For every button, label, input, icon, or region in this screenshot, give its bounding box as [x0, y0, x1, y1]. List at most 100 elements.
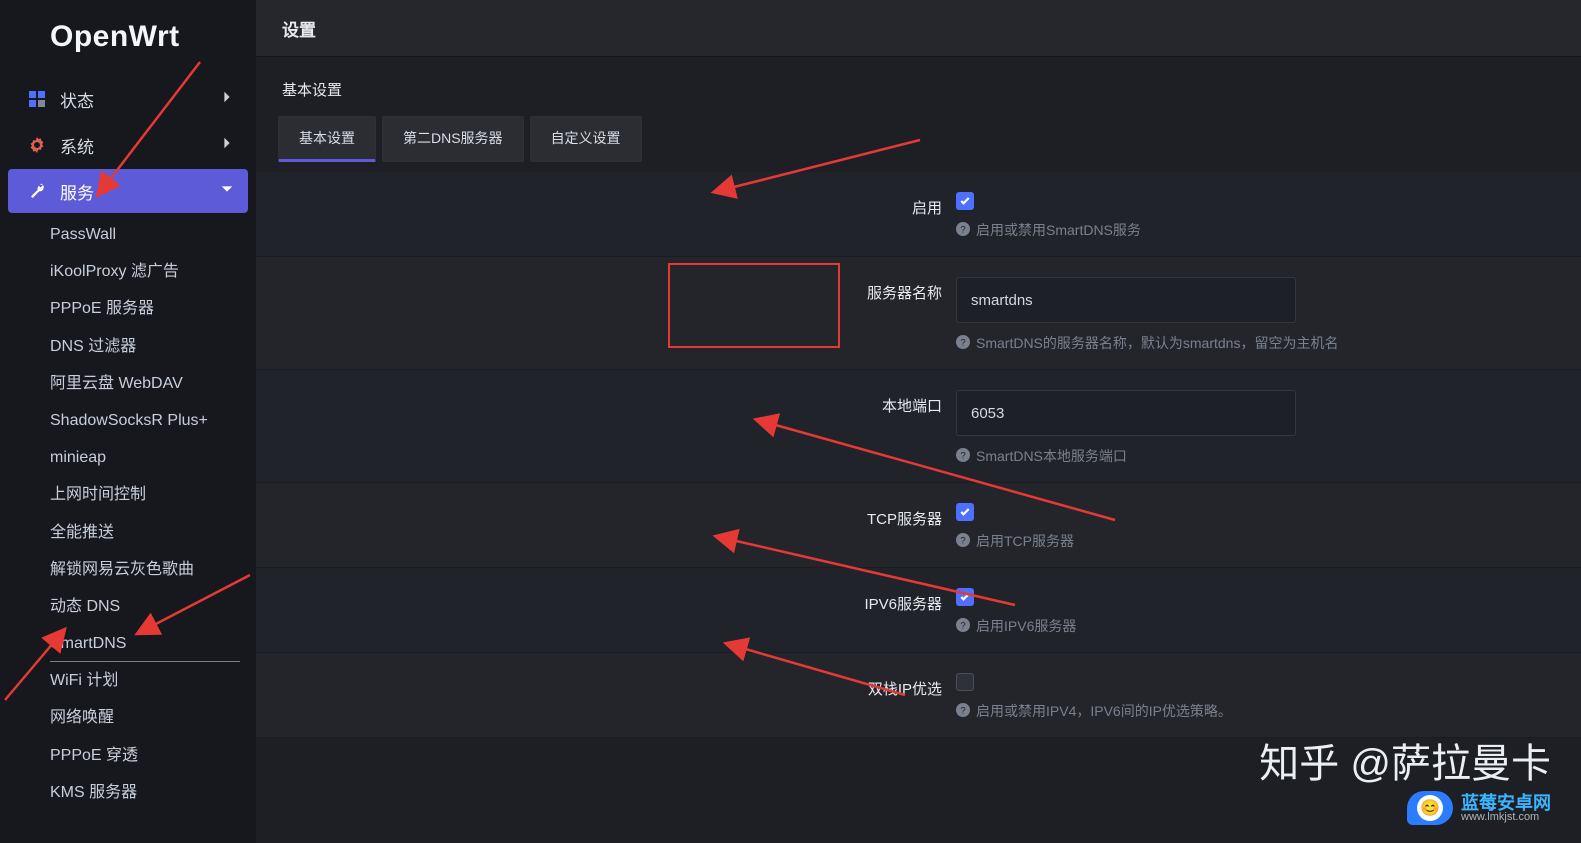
sidebar-item-minieap[interactable]: minieap [0, 439, 256, 476]
field-dual-ip: 双栈IP优选 ? 启用或禁用IPV4，IPV6间的IP优选策略。 [256, 653, 1581, 738]
sidebar-item-pppoe-passthrough[interactable]: PPPoE 穿透 [0, 737, 256, 774]
svg-text:?: ? [960, 224, 965, 235]
dashboard-icon [26, 91, 48, 107]
sidebar-item-label: DNS 过滤器 [50, 338, 136, 355]
hint-text: 启用TCP服务器 [976, 531, 1074, 551]
sidebar-item-label: 解锁网易云灰色歌曲 [50, 561, 194, 578]
sidebar-item-pppoe-server[interactable]: PPPoE 服务器 [0, 290, 256, 327]
sidebar-item-label: 网络唤醒 [50, 709, 114, 726]
sidebar-item-services[interactable]: 服务 [8, 169, 248, 213]
svg-text:?: ? [960, 337, 965, 348]
sidebar-item-label: 动态 DNS [50, 598, 120, 615]
field-hint: ? 启用IPV6服务器 [956, 616, 1581, 636]
field-hint: ? 启用TCP服务器 [956, 531, 1581, 551]
sidebar-item-kms[interactable]: KMS 服务器 [0, 774, 256, 811]
tab-basic[interactable]: 基本设置 [278, 116, 376, 162]
sidebar-item-passwall[interactable]: PassWall [0, 216, 256, 253]
sidebar-item-label: PPPoE 服务器 [50, 300, 154, 317]
field-hint: ? SmartDNS本地服务端口 [956, 446, 1581, 466]
sidebar-item-time-control[interactable]: 上网时间控制 [0, 476, 256, 513]
svg-text:?: ? [960, 705, 965, 716]
field-server-name: 服务器名称 ? SmartDNS的服务器名称，默认为smartdns，留空为主机… [256, 257, 1581, 370]
sidebar-item-wol[interactable]: 网络唤醒 [0, 699, 256, 736]
field-local-port: 本地端口 ? SmartDNS本地服务端口 [256, 370, 1581, 483]
sidebar-item-unblock-netease[interactable]: 解锁网易云灰色歌曲 [0, 551, 256, 588]
sidebar-item-dns-filter[interactable]: DNS 过滤器 [0, 328, 256, 365]
svg-text:?: ? [960, 620, 965, 631]
help-icon: ? [956, 448, 970, 465]
section-title: 基本设置 [256, 57, 1581, 116]
help-icon: ? [956, 335, 970, 352]
sidebar-item-label: iKoolProxy 滤广告 [50, 263, 179, 280]
hint-text: SmartDNS本地服务端口 [976, 446, 1127, 466]
sidebar-item-label: 服务 [60, 179, 94, 204]
sidebar-item-push-all[interactable]: 全能推送 [0, 514, 256, 551]
enable-checkbox[interactable] [956, 192, 974, 210]
tcp-server-checkbox[interactable] [956, 503, 974, 521]
field-label: 服务器名称 [256, 277, 956, 303]
sidebar-item-label: minieap [50, 449, 106, 466]
tab-label: 第二DNS服务器 [403, 130, 503, 146]
sidebar-item-label: 上网时间控制 [50, 486, 146, 503]
server-name-input[interactable] [956, 277, 1296, 323]
svg-text:?: ? [960, 450, 965, 461]
field-label: 本地端口 [256, 390, 956, 416]
tools-icon [26, 183, 48, 199]
sidebar-item-wifi-schedule[interactable]: WiFi 计划 [0, 662, 256, 699]
page-title: 设置 [256, 0, 1581, 57]
ipv6-server-checkbox[interactable] [956, 588, 974, 606]
dual-ip-checkbox[interactable] [956, 673, 974, 691]
gear-icon [26, 137, 48, 153]
tab-custom[interactable]: 自定义设置 [530, 116, 642, 162]
sidebar-item-label: 系统 [60, 133, 94, 158]
field-enable: 启用 ? 启用或禁用SmartDNS服务 [256, 172, 1581, 257]
hint-text: 启用或禁用IPV4，IPV6间的IP优选策略。 [976, 701, 1232, 721]
sidebar-item-label: PPPoE 穿透 [50, 747, 138, 764]
chevron-right-icon [220, 89, 234, 109]
sidebar-item-system[interactable]: 系统 [8, 123, 248, 167]
sidebar: OpenWrt 状态 系统 服务 PassWall iKoolProxy 滤广告 [0, 0, 256, 843]
sidebar-item-label: PassWall [50, 226, 116, 243]
field-ipv6-server: IPV6服务器 ? 启用IPV6服务器 [256, 568, 1581, 653]
help-icon: ? [956, 618, 970, 635]
svg-text:?: ? [960, 535, 965, 546]
tabs: 基本设置 第二DNS服务器 自定义设置 [256, 116, 1581, 162]
sidebar-item-label: SmartDNS [50, 635, 126, 652]
main-content: 设置 基本设置 基本设置 第二DNS服务器 自定义设置 启用 ? 启用或禁用Sm… [256, 0, 1581, 843]
sidebar-item-label: ShadowSocksR Plus+ [50, 412, 208, 429]
hint-text: SmartDNS的服务器名称，默认为smartdns，留空为主机名 [976, 333, 1338, 353]
field-hint: ? 启用或禁用IPV4，IPV6间的IP优选策略。 [956, 701, 1581, 721]
sidebar-item-label: 全能推送 [50, 524, 114, 541]
sidebar-item-status[interactable]: 状态 [8, 77, 248, 121]
help-icon: ? [956, 533, 970, 550]
sidebar-item-aliyun-webdav[interactable]: 阿里云盘 WebDAV [0, 365, 256, 402]
sidebar-item-label: WiFi 计划 [50, 672, 118, 689]
sidebar-item-smartdns[interactable]: SmartDNS [0, 625, 256, 662]
field-hint: ? SmartDNS的服务器名称，默认为smartdns，留空为主机名 [956, 333, 1581, 353]
sidebar-item-ssr-plus[interactable]: ShadowSocksR Plus+ [0, 402, 256, 439]
field-label: TCP服务器 [256, 503, 956, 529]
tab-label: 基本设置 [299, 130, 355, 146]
sidebar-item-ikoolproxy[interactable]: iKoolProxy 滤广告 [0, 253, 256, 290]
chevron-right-icon [220, 135, 234, 155]
field-hint: ? 启用或禁用SmartDNS服务 [956, 220, 1581, 240]
brand-logo: OpenWrt [0, 12, 256, 76]
tab-second-dns[interactable]: 第二DNS服务器 [382, 116, 524, 162]
hint-text: 启用IPV6服务器 [976, 616, 1076, 636]
field-label: 启用 [256, 192, 956, 218]
tab-label: 自定义设置 [551, 130, 621, 146]
annotation-box [668, 263, 840, 348]
local-port-input[interactable] [956, 390, 1296, 436]
help-icon: ? [956, 222, 970, 239]
help-icon: ? [956, 703, 970, 720]
field-label: IPV6服务器 [256, 588, 956, 614]
field-label: 双栈IP优选 [256, 673, 956, 699]
sidebar-item-ddns[interactable]: 动态 DNS [0, 588, 256, 625]
sidebar-sub-list: PassWall iKoolProxy 滤广告 PPPoE 服务器 DNS 过滤… [0, 216, 256, 811]
hint-text: 启用或禁用SmartDNS服务 [976, 220, 1141, 240]
chevron-down-icon [220, 181, 234, 201]
sidebar-item-label: 阿里云盘 WebDAV [50, 375, 183, 392]
sidebar-item-label: 状态 [60, 87, 94, 112]
field-tcp-server: TCP服务器 ? 启用TCP服务器 [256, 483, 1581, 568]
sidebar-item-label: KMS 服务器 [50, 784, 137, 801]
